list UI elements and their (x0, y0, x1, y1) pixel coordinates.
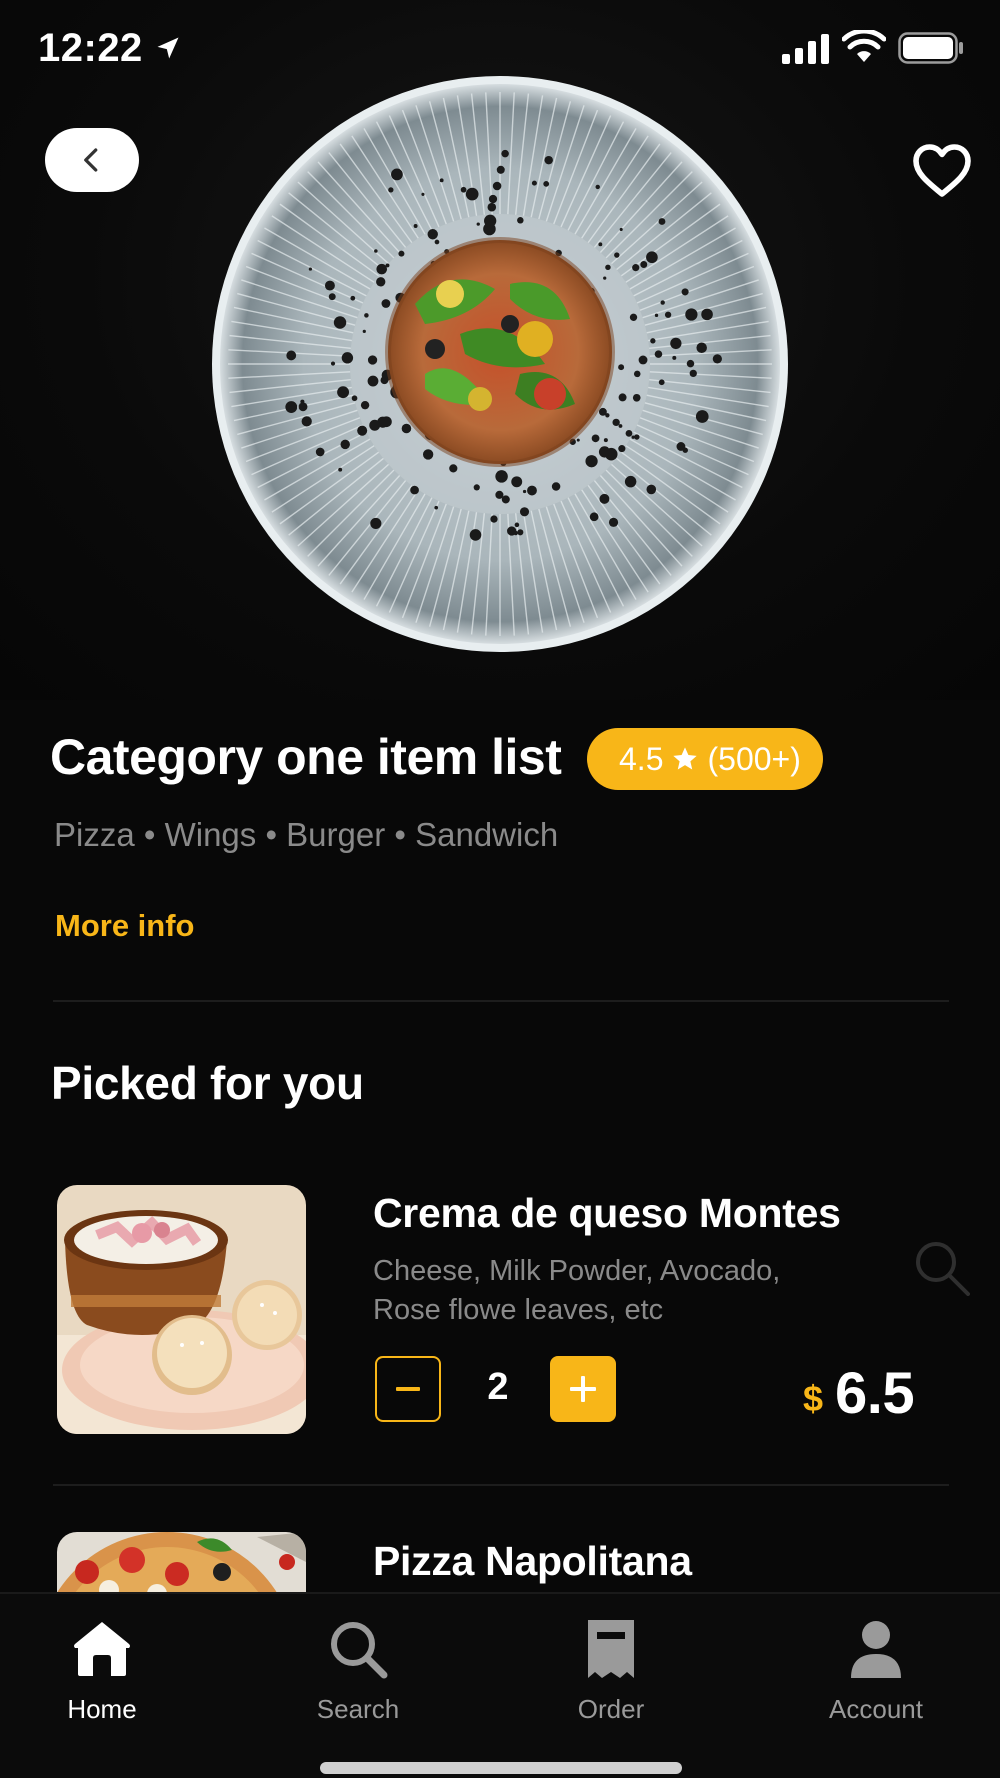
back-button[interactable] (45, 128, 139, 192)
page-title: Category one item list (50, 729, 562, 785)
item-price: 6.5 (835, 1361, 915, 1426)
wifi-icon (842, 30, 886, 62)
tab-search[interactable]: Search (278, 1594, 438, 1744)
item-description-line: Rose flowe leaves, etc (373, 1294, 664, 1326)
divider (53, 1000, 949, 1002)
divider (53, 1484, 949, 1486)
favorite-button[interactable] (910, 140, 974, 200)
item-name: Crema de queso Montes (373, 1190, 841, 1236)
location-arrow-icon (157, 37, 179, 59)
chevron-left-icon (84, 148, 98, 172)
price-currency: $ (803, 1378, 824, 1419)
rating-value: 4.5 (619, 740, 664, 777)
user-icon (851, 1621, 901, 1678)
heart-outline-icon (913, 144, 971, 197)
more-info-link[interactable]: More info (55, 908, 195, 944)
item-name: Pizza Napolitana (373, 1538, 692, 1584)
star-icon (673, 747, 698, 770)
tab-label: Search (316, 1694, 400, 1724)
plus-icon (570, 1376, 596, 1402)
search-icon (916, 1242, 970, 1296)
cuisine-tags: Pizza • Wings • Burger • Sandwich (54, 816, 559, 853)
home-icon (74, 1622, 130, 1676)
increase-quantity-button[interactable] (550, 1356, 616, 1422)
quantity-value: 2 (487, 1366, 509, 1408)
tab-account[interactable]: Account (796, 1594, 956, 1744)
hero-image (0, 0, 1000, 700)
tab-home[interactable]: Home (22, 1594, 182, 1744)
rating-badge: 4.5 (500+) (587, 728, 823, 790)
tab-bar: Home Search Order Account (0, 1592, 1000, 1778)
search-icon (331, 1622, 388, 1679)
tab-label: Account (829, 1694, 923, 1724)
battery-icon (898, 32, 963, 64)
status-time: 12:22 (38, 26, 143, 70)
cellular-signal-icon (782, 34, 829, 64)
section-title: Picked for you (51, 1057, 364, 1109)
status-bar: 12:22 (0, 0, 1000, 100)
food-image (57, 1185, 306, 1434)
minus-icon (396, 1387, 420, 1391)
tab-label: Order (577, 1694, 645, 1724)
dish-photo (212, 76, 788, 652)
review-count: (500+) (707, 740, 801, 777)
decrease-quantity-button[interactable] (375, 1356, 441, 1422)
tab-order[interactable]: Order (531, 1594, 691, 1744)
receipt-icon (588, 1620, 634, 1678)
item-description-line: Cheese, Milk Powder, Avocado, (373, 1255, 781, 1287)
item-description: Cheese, Milk Powder, Avocado, Rose flowe… (373, 1252, 843, 1330)
tab-label: Home (67, 1694, 137, 1724)
home-indicator (320, 1762, 682, 1774)
